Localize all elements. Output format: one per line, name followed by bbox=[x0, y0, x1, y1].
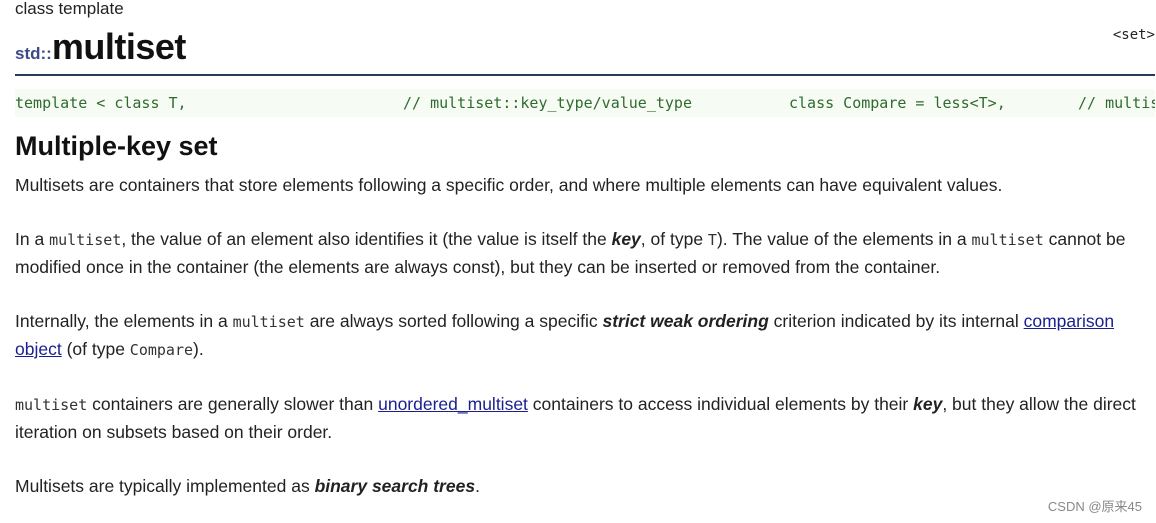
inline-code: multiset bbox=[15, 396, 88, 414]
header-file-label[interactable]: <set> bbox=[1113, 27, 1155, 43]
emphasis-strict-weak-ordering: strict weak ordering bbox=[602, 311, 769, 331]
unordered-multiset-link[interactable]: unordered_multiset bbox=[378, 394, 528, 414]
section-heading: Multiple-key set bbox=[15, 131, 218, 161]
code-col-4: // multiset::key_compare bbox=[1078, 94, 1155, 112]
namespace-label: std:: bbox=[15, 44, 52, 63]
paragraph-2: In a multiset, the value of an element a… bbox=[15, 229, 1126, 277]
paragraph-1: Multisets are containers that store elem… bbox=[15, 175, 1003, 195]
emphasis-binary-search-trees: binary search trees bbox=[314, 476, 476, 496]
emphasis-key: key bbox=[913, 394, 943, 414]
watermark: CSDN @原来45 bbox=[1047, 499, 1142, 514]
inline-code: multiset bbox=[232, 313, 305, 331]
paragraph-3: Internally, the elements in a multiset a… bbox=[15, 311, 1115, 359]
paragraph-4: multiset containers are generally slower… bbox=[15, 394, 1136, 442]
paragraph-5: Multisets are typically implemented as b… bbox=[15, 476, 480, 496]
class-name: multiset bbox=[51, 26, 187, 67]
template-declaration: template < class T, // multiset::key_type… bbox=[15, 89, 1155, 117]
inline-code: multiset bbox=[49, 231, 122, 249]
emphasis-key: key bbox=[611, 229, 641, 249]
code-col-2: // multiset::key_type/value_type bbox=[403, 94, 692, 112]
entity-kind: class template bbox=[15, 0, 124, 18]
title-row: std::multiset <set> bbox=[15, 20, 1155, 76]
reference-page: class template std::multiset <set> templ… bbox=[15, 0, 1155, 500]
inline-code: multiset bbox=[971, 231, 1044, 249]
page-title: std::multiset bbox=[15, 26, 186, 68]
inline-code: T bbox=[707, 231, 717, 249]
inline-code: Compare bbox=[129, 341, 194, 359]
code-col-1: template < class T, bbox=[15, 94, 187, 112]
code-col-3: class Compare = less<T>, bbox=[789, 94, 1006, 112]
